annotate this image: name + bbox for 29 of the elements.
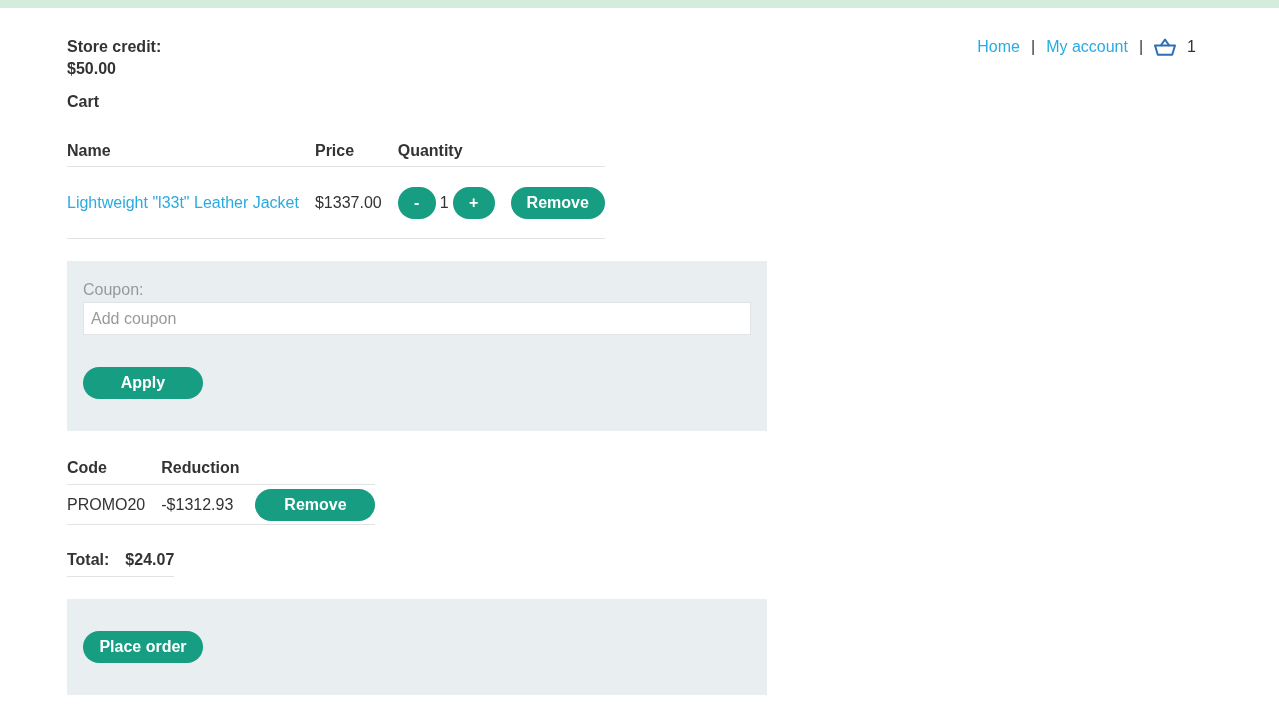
coupon-input[interactable]: Add coupon xyxy=(83,302,751,335)
total-label: Total: xyxy=(67,549,126,577)
column-header: Price xyxy=(314,140,398,167)
nav-separator: | xyxy=(1030,37,1036,57)
nav-link[interactable]: Home xyxy=(977,36,1020,58)
column-header: Name xyxy=(67,140,315,167)
total-value: $24.07 xyxy=(125,549,175,577)
quantity-value: 1 xyxy=(439,192,449,213)
price-cell: $1337.00 xyxy=(314,166,398,239)
nav-link[interactable]: My account xyxy=(1046,36,1128,58)
place-order-button[interactable]: Place order xyxy=(83,631,203,663)
apply-button[interactable]: Apply xyxy=(83,367,203,399)
cart-count: 1 xyxy=(1187,37,1196,57)
reduction-cell: -$1312.93 xyxy=(161,484,256,525)
store-credit-label: Store credit: xyxy=(67,37,162,57)
cart-heading: Cart xyxy=(67,92,99,112)
increase-button[interactable]: + xyxy=(452,186,495,219)
decrease-button[interactable]: - xyxy=(397,186,436,219)
nav-separator: | xyxy=(1138,37,1144,57)
basket-icon[interactable] xyxy=(1154,38,1177,56)
remove-button[interactable]: Remove xyxy=(255,488,376,521)
remove-button[interactable]: Remove xyxy=(510,186,605,219)
column-header: Reduction xyxy=(161,457,256,485)
column-header: Quantity xyxy=(397,140,511,167)
product-link[interactable]: Lightweight "l33t" Leather Jacket xyxy=(67,193,299,211)
coupon-label: Coupon: xyxy=(83,280,144,300)
column-header: Code xyxy=(67,457,162,485)
store-credit-value: $50.00 xyxy=(67,59,117,79)
code-cell: PROMO20 xyxy=(67,484,162,525)
